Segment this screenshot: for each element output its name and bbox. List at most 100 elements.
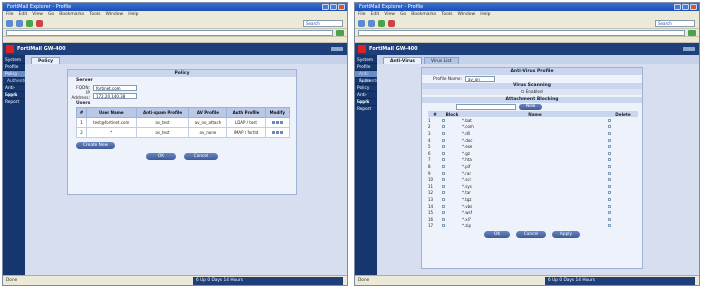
delete-checkbox[interactable] (608, 164, 611, 168)
new-button[interactable]: New (519, 104, 543, 110)
go-icon[interactable] (336, 29, 344, 36)
delete-checkbox[interactable] (608, 151, 611, 155)
menu-file[interactable]: File (358, 11, 366, 18)
sidebar-item-authentication[interactable]: Authentication (355, 78, 391, 85)
close-icon[interactable] (338, 4, 345, 10)
tab-policy[interactable]: Policy (31, 57, 61, 64)
delete-checkbox[interactable] (608, 118, 611, 122)
block-checkbox[interactable] (442, 138, 445, 142)
maximize-icon[interactable] (682, 4, 689, 10)
delete-checkbox[interactable] (608, 211, 611, 215)
search-button[interactable]: Search (655, 19, 695, 27)
delete-checkbox[interactable] (608, 184, 611, 188)
stop-icon[interactable] (36, 19, 43, 27)
menu-window[interactable]: Window (105, 11, 123, 18)
menu-file[interactable]: File (6, 11, 14, 18)
delete-checkbox[interactable] (608, 131, 611, 135)
sidebar-item-anti-spam[interactable]: Anti-Spam (355, 92, 377, 105)
block-checkbox[interactable] (442, 145, 445, 149)
edit-icon[interactable] (275, 131, 279, 134)
delete-icon[interactable] (271, 131, 275, 134)
ip-address-input[interactable]: 172.20.140.38 (93, 93, 137, 99)
create-new-button[interactable]: Create New (76, 142, 116, 149)
block-checkbox[interactable] (442, 204, 445, 208)
delete-checkbox[interactable] (608, 145, 611, 149)
block-checkbox[interactable] (442, 224, 445, 228)
forward-icon[interactable] (16, 19, 23, 27)
delete-checkbox[interactable] (608, 125, 611, 129)
tab-anti-virus[interactable]: Anti-Virus (383, 57, 422, 64)
sidebar-item-profile[interactable]: Profile (3, 64, 25, 71)
menu-go[interactable]: Go (48, 11, 54, 18)
minimize-icon[interactable] (322, 4, 329, 10)
menu-view[interactable]: View (384, 11, 395, 18)
back-icon[interactable] (6, 19, 13, 27)
virus-scanning-checkbox[interactable] (521, 90, 525, 93)
block-checkbox[interactable] (442, 191, 445, 195)
move-icon[interactable] (279, 121, 283, 124)
menu-window[interactable]: Window (457, 11, 475, 18)
minimize-icon[interactable] (674, 4, 681, 10)
delete-checkbox[interactable] (608, 158, 611, 162)
block-checkbox[interactable] (442, 118, 445, 122)
stop-icon[interactable] (388, 19, 395, 27)
sidebar-item-anti-spam[interactable]: Anti-Spam (3, 85, 25, 98)
menu-go[interactable]: Go (400, 11, 406, 18)
block-checkbox[interactable] (442, 211, 445, 215)
delete-checkbox[interactable] (608, 217, 611, 221)
back-icon[interactable] (358, 19, 365, 27)
sidebar-item-system[interactable]: System (3, 57, 25, 64)
sidebar-item-anti-spam-profile[interactable]: Anti-Spam (355, 71, 377, 84)
block-checkbox[interactable] (442, 217, 445, 221)
window-titlebar[interactable]: FortiMail Explorer - Profile (355, 3, 699, 11)
menu-edit[interactable]: Edit (19, 11, 28, 18)
delete-checkbox[interactable] (608, 191, 611, 195)
cancel-button[interactable]: Cancel (183, 153, 219, 160)
menu-bookmarks[interactable]: Bookmarks (411, 11, 436, 18)
block-checkbox[interactable] (442, 171, 445, 175)
sidebar-item-log-report[interactable]: Log & Report (355, 99, 377, 112)
sidebar-item-policy[interactable]: Policy (3, 71, 25, 78)
delete-checkbox[interactable] (608, 197, 611, 201)
block-checkbox[interactable] (442, 178, 445, 182)
delete-checkbox[interactable] (608, 204, 611, 208)
url-input[interactable] (358, 29, 685, 36)
menu-bookmarks[interactable]: Bookmarks (59, 11, 84, 18)
menu-view[interactable]: View (32, 11, 43, 18)
attachment-name-input[interactable] (456, 104, 516, 110)
block-checkbox[interactable] (442, 197, 445, 201)
maximize-icon[interactable] (330, 4, 337, 10)
block-checkbox[interactable] (442, 158, 445, 162)
block-checkbox[interactable] (442, 131, 445, 135)
window-titlebar[interactable]: FortiMail Explorer - Profile (3, 3, 347, 11)
menu-help[interactable]: Help (480, 11, 490, 18)
url-input[interactable] (6, 29, 333, 36)
close-icon[interactable] (690, 4, 697, 10)
search-button[interactable]: Search (303, 19, 343, 27)
menu-help[interactable]: Help (128, 11, 138, 18)
sidebar-item-policy[interactable]: Policy (355, 85, 377, 92)
block-checkbox[interactable] (442, 184, 445, 188)
sidebar-item-log-report[interactable]: Log & Report (3, 92, 25, 105)
go-icon[interactable] (688, 29, 696, 36)
reload-icon[interactable] (26, 19, 33, 27)
profile-name-input[interactable]: av_on (465, 76, 495, 82)
block-checkbox[interactable] (442, 164, 445, 168)
edit-icon[interactable] (275, 121, 279, 124)
ok-button[interactable]: OK (483, 231, 511, 239)
delete-checkbox[interactable] (608, 171, 611, 175)
fqdn-input[interactable]: fortinet.com (93, 85, 137, 91)
delete-checkbox[interactable] (608, 178, 611, 182)
menu-tools[interactable]: Tools (89, 11, 100, 18)
delete-icon[interactable] (271, 121, 275, 124)
sidebar-item-system[interactable]: System (355, 57, 377, 64)
apply-button[interactable]: Apply (551, 231, 581, 239)
delete-checkbox[interactable] (608, 224, 611, 228)
block-checkbox[interactable] (442, 151, 445, 155)
move-icon[interactable] (279, 131, 283, 134)
block-checkbox[interactable] (442, 125, 445, 129)
sidebar-item-authentication[interactable]: Authentication (3, 78, 39, 85)
reload-icon[interactable] (378, 19, 385, 27)
menu-edit[interactable]: Edit (371, 11, 380, 18)
delete-checkbox[interactable] (608, 138, 611, 142)
